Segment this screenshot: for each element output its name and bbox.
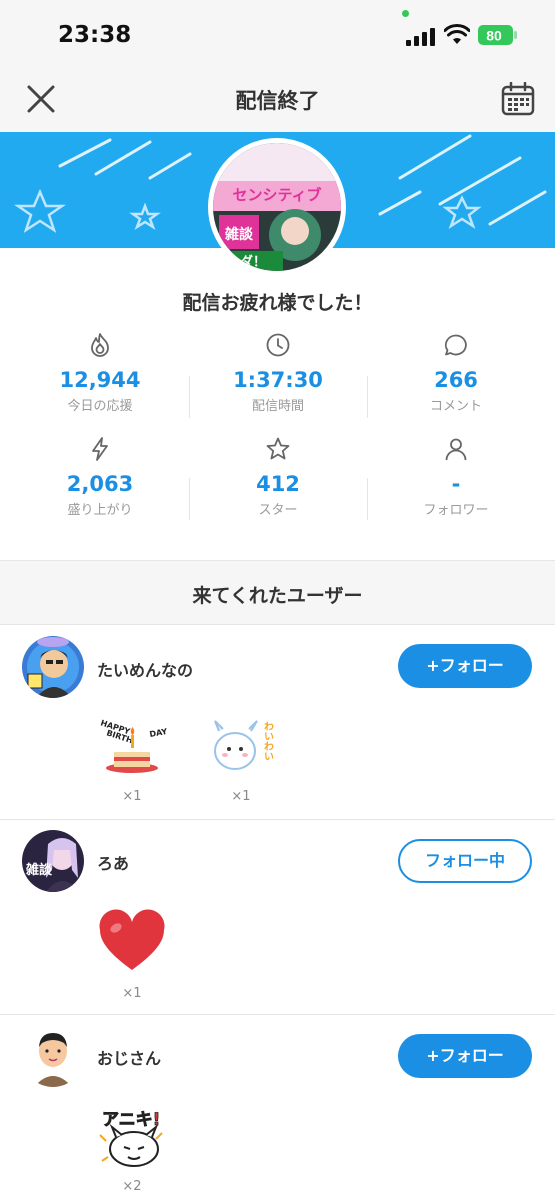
battery-level: 80 — [486, 28, 502, 44]
gift-caption: アニキ! — [102, 1110, 160, 1130]
section-title: 来てくれたユーザー — [192, 585, 363, 607]
wifi-icon — [444, 24, 470, 44]
following-button[interactable]: フォロー中 — [398, 839, 532, 883]
avatar-caption-3: ダ！ — [240, 254, 266, 270]
gift-caption: わいわい — [262, 721, 274, 761]
page-title: 配信終了 — [235, 89, 320, 113]
follow-button[interactable]: +フォロー — [398, 1034, 532, 1078]
cellular-signal-icon — [406, 26, 436, 46]
visitors-section-header: 来てくれたユーザー — [0, 560, 555, 625]
stat-followers: - フォロワー — [366, 436, 546, 518]
stat-value: 2,063 — [66, 472, 134, 496]
stat-label: コメント — [429, 399, 482, 414]
stat-value: - — [451, 472, 461, 496]
greeting-text: 配信お疲れ様でした！ — [182, 292, 373, 314]
gift-count: ×2 — [122, 1179, 142, 1194]
gift-count: ×1 — [122, 986, 142, 1001]
person-icon — [445, 438, 467, 461]
username[interactable]: おじさん — [97, 1045, 161, 1069]
calendar-icon[interactable] — [501, 82, 535, 116]
flame-icon — [91, 333, 109, 357]
stat-value: 12,944 — [59, 368, 141, 392]
avatar-caption-2: 雑談 — [224, 226, 254, 243]
gift-count: ×1 — [231, 789, 251, 804]
gift-item: アニキ! ×2 — [92, 1101, 172, 1194]
user-row: たいめんなの +フォロー HAPPY BIRTH DAY ×1 わいわい ×1 — [0, 625, 555, 820]
stat-label: 配信時間 — [251, 399, 304, 414]
stat-stars: 412 スター — [188, 436, 368, 518]
nav-bar: 配信終了 — [0, 70, 555, 132]
avatar-caption-1: センシティブ — [232, 186, 321, 204]
star-icon — [266, 437, 290, 460]
stat-label: 今日の応援 — [67, 399, 133, 414]
stat-label: フォロワー — [423, 503, 489, 518]
gift-caption: DAY — [149, 727, 168, 739]
stat-value: 266 — [434, 368, 478, 392]
comment-icon — [444, 334, 467, 356]
dragon-waiwai-gift-icon: わいわい — [214, 720, 274, 770]
battery-icon: 80 — [478, 25, 517, 45]
birthday-cake-gift-icon: HAPPY BIRTH DAY — [99, 718, 168, 773]
streamer-avatar: センシティブ 雑談 ダ！ — [208, 138, 346, 276]
lightning-icon — [92, 437, 108, 461]
stat-value: 412 — [256, 472, 300, 496]
stat-excitement: 2,063 盛り上がり — [10, 436, 190, 518]
clock-icon — [266, 333, 290, 357]
status-bar: 23:38 80 — [0, 0, 555, 70]
stat-duration: 1:37:30 配信時間 — [188, 332, 368, 414]
user-row: おじさん +フォロー アニキ! ×2 — [0, 1015, 555, 1200]
avatar[interactable]: 雑談 — [22, 830, 84, 892]
avatar[interactable] — [22, 1025, 84, 1087]
avatar[interactable] — [22, 636, 84, 698]
stat-support: 12,944 今日の応援 — [10, 332, 190, 414]
stat-label: 盛り上がり — [67, 503, 133, 518]
privacy-indicator-icon — [402, 10, 409, 17]
aniki-gift-icon: アニキ! — [99, 1110, 163, 1167]
username[interactable]: たいめんなの — [97, 657, 193, 681]
gift-item: HAPPY BIRTH DAY ×1 — [92, 711, 172, 804]
avatar-caption: 雑談 — [25, 862, 53, 878]
stat-value: 1:37:30 — [233, 368, 323, 392]
gift-count: ×1 — [122, 789, 142, 804]
stat-comments: 266 コメント — [366, 332, 546, 414]
gift-item: わいわい ×1 — [201, 711, 281, 804]
heart-gift-icon — [99, 909, 165, 970]
gift-item: ×1 — [92, 908, 172, 1001]
stat-label: スター — [258, 503, 298, 518]
status-time: 23:38 — [58, 22, 132, 48]
follow-button[interactable]: +フォロー — [398, 644, 532, 688]
user-row: 雑談 ろあ フォロー中 ×1 — [0, 820, 555, 1015]
username[interactable]: ろあ — [97, 850, 129, 874]
